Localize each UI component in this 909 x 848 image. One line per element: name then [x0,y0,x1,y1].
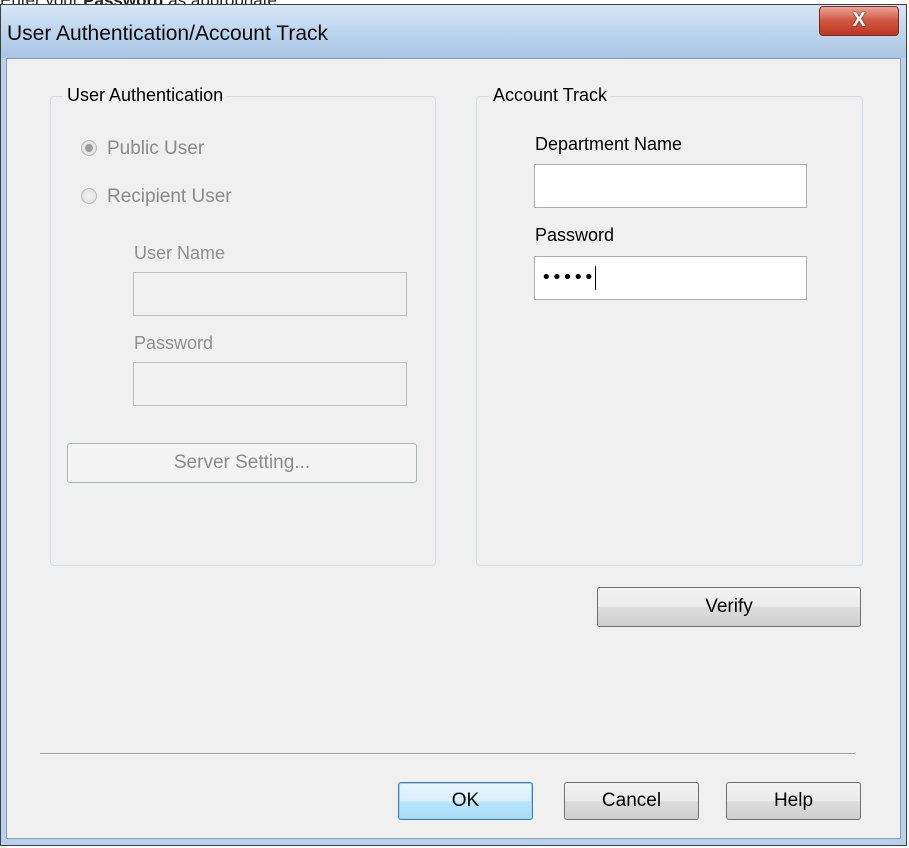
dialog-window: User Authentication/Account Track X User… [0,4,907,846]
radio-recipient-user-label: Recipient User [107,186,232,207]
close-icon: X [852,9,866,31]
close-button[interactable]: X [819,6,899,36]
text-caret [595,266,597,290]
user-auth-password-label: Password [134,333,214,353]
ok-button[interactable]: OK [398,782,533,820]
title-bar[interactable]: User Authentication/Account Track X [1,5,906,58]
dialog-client-area: User Authentication Public User Recipien… [6,58,901,839]
verify-button[interactable]: Verify [597,587,861,627]
user-name-input[interactable] [133,272,407,316]
account-track-password-input[interactable]: ••••• [534,256,807,300]
user-name-label: User Name [134,243,226,263]
account-track-password-label: Password [535,225,615,245]
server-setting-button[interactable]: Server Setting... [67,443,417,483]
radio-public-user-icon [81,140,97,156]
department-name-input[interactable] [534,164,807,208]
account-track-password-value: ••••• [541,267,595,288]
radio-public-user-label: Public User [107,138,205,159]
footer-separator [40,753,855,755]
window-title: User Authentication/Account Track [7,22,328,45]
user-authentication-legend: User Authentication [63,85,228,106]
account-track-group: Account Track Department Name Password •… [476,85,863,566]
user-authentication-group: User Authentication Public User Recipien… [50,85,436,566]
help-button[interactable]: Help [726,782,861,820]
user-auth-password-input[interactable] [133,362,407,406]
cancel-button[interactable]: Cancel [564,782,699,820]
account-track-legend: Account Track [489,85,612,106]
department-name-label: Department Name [535,134,683,154]
radio-recipient-user-icon [81,188,97,204]
